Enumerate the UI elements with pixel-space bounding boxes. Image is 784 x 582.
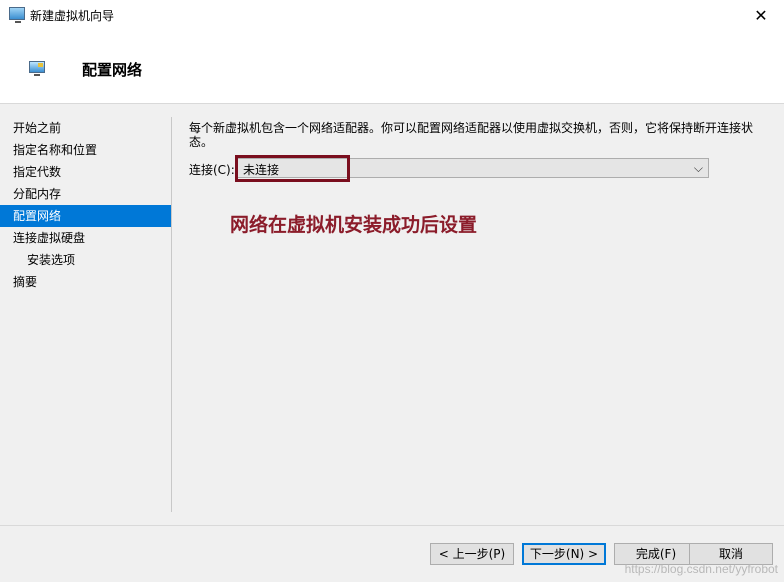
sidebar-item-memory[interactable]: 分配内存 bbox=[0, 183, 171, 205]
title-bar: 新建虚拟机向导 ✕ bbox=[0, 0, 784, 30]
watermark: https://blog.csdn.net/yyfrobot bbox=[624, 562, 778, 576]
network-description: 每个新虚拟机包含一个网络适配器。你可以配置网络适配器以使用虚拟交换机，否则，它将… bbox=[189, 121, 754, 149]
chevron-down-icon[interactable]: ⌵ bbox=[694, 159, 703, 177]
annotation-text: 网络在虚拟机安装成功后设置 bbox=[230, 214, 478, 236]
sidebar-item-summary[interactable]: 摘要 bbox=[0, 271, 171, 293]
network-icon bbox=[29, 61, 45, 76]
close-icon[interactable]: ✕ bbox=[738, 0, 784, 30]
previous-button[interactable]: < 上一步(P) bbox=[430, 543, 514, 565]
page-title: 配置网络 bbox=[82, 61, 143, 79]
sidebar-item-name-location[interactable]: 指定名称和位置 bbox=[0, 139, 171, 161]
next-button[interactable]: 下一步(N) > bbox=[522, 543, 606, 565]
window-title: 新建虚拟机向导 bbox=[30, 9, 115, 23]
sidebar-item-networking[interactable]: 配置网络 bbox=[0, 205, 171, 227]
wizard-window: 新建虚拟机向导 ✕ 配置网络 开始之前 指定名称和位置 指定代数 分配内存 配置… bbox=[0, 0, 784, 582]
annotation-highlight-box bbox=[235, 155, 350, 182]
virtual-machine-icon bbox=[9, 7, 25, 23]
sidebar-item-install-options[interactable]: 安装选项 bbox=[0, 249, 171, 271]
connection-label: 连接(C): bbox=[189, 163, 235, 177]
wizard-steps-sidebar: 开始之前 指定名称和位置 指定代数 分配内存 配置网络 连接虚拟硬盘 安装选项 … bbox=[0, 117, 171, 512]
sidebar-item-before-you-begin[interactable]: 开始之前 bbox=[0, 117, 171, 139]
sidebar-item-virtual-disk[interactable]: 连接虚拟硬盘 bbox=[0, 227, 171, 249]
page-header: 配置网络 bbox=[0, 30, 784, 104]
sidebar-item-generation[interactable]: 指定代数 bbox=[0, 161, 171, 183]
sidebar-divider bbox=[171, 117, 172, 512]
